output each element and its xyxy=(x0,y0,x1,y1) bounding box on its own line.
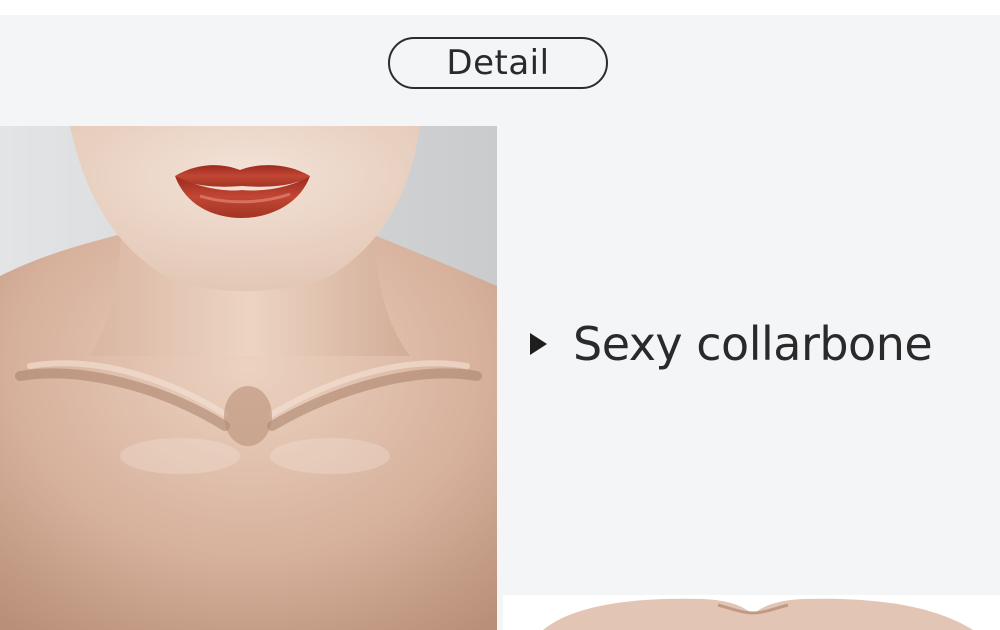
detail-badge: Detail xyxy=(388,37,608,89)
feature-item: Sexy collarbone xyxy=(530,317,933,371)
detail-badge-label: Detail xyxy=(446,43,550,83)
next-photo-preview xyxy=(503,595,1000,630)
triangle-right-icon xyxy=(530,333,547,355)
collarbone-illustration xyxy=(0,126,497,630)
next-photo-illustration xyxy=(503,595,1000,630)
collarbone-photo xyxy=(0,126,497,630)
detail-section: Detail Sexy collarbone xyxy=(0,15,1000,630)
feature-label: Sexy collarbone xyxy=(573,317,933,371)
